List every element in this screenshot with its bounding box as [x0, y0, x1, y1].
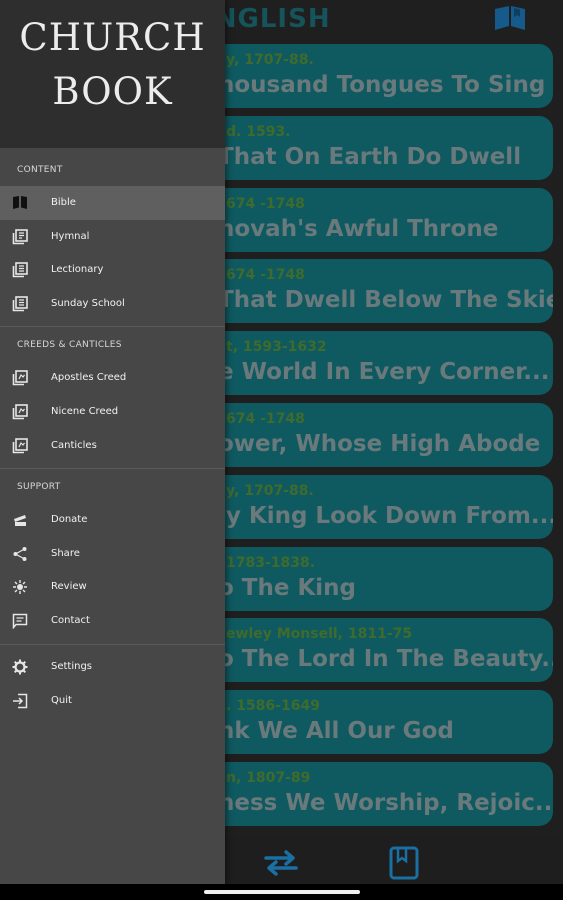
- menu-item-canticles[interactable]: Canticles: [0, 429, 225, 463]
- hymn-author: 674 -1748: [226, 196, 305, 212]
- hymn-title: That Dwell Below The Skies: [218, 287, 553, 313]
- hymn-title: ower, Whose High Abode: [218, 431, 541, 457]
- hymn-author: n, 1807-89: [226, 770, 311, 786]
- menu-item-donate[interactable]: Donate: [0, 503, 225, 537]
- section-label-creeds: CREEDS & CANTICLES: [17, 340, 122, 350]
- hymn-author: d. 1593.: [226, 124, 291, 140]
- exit-icon: [13, 693, 28, 709]
- menu-label: Contact: [51, 615, 90, 626]
- menu-item-lectionary[interactable]: Lectionary: [0, 253, 225, 287]
- menu-item-settings[interactable]: Settings: [0, 650, 225, 684]
- hymn-title: e World In Every Corner...: [218, 359, 550, 385]
- logo-line-book: BOOK: [52, 70, 173, 113]
- menu-item-review[interactable]: Review: [0, 570, 225, 604]
- divider: [0, 644, 225, 645]
- library-book-icon: [12, 370, 28, 386]
- hymn-author: y, 1707-88.: [226, 52, 314, 68]
- hymn-title: o The Lord In The Beauty...: [218, 646, 553, 672]
- menu-label: Nicene Creed: [51, 406, 119, 417]
- review-star-icon: [13, 580, 27, 594]
- hymn-title: housand Tongues To Sing: [218, 72, 546, 98]
- hymn-author: t, 1593-1632: [226, 339, 327, 355]
- library-book-icon: [12, 262, 28, 278]
- menu-label: Donate: [51, 514, 88, 525]
- section-label-content: CONTENT: [17, 165, 63, 175]
- divider: [0, 468, 225, 469]
- divider: [0, 326, 225, 327]
- drawer-header: CHURCH BOOK: [0, 0, 225, 148]
- hymn-title: o The King: [218, 575, 357, 601]
- menu-label: Share: [51, 548, 80, 559]
- message-icon: [12, 613, 28, 629]
- menu-label: Sunday School: [51, 298, 125, 309]
- menu-item-contact[interactable]: Contact: [0, 604, 225, 638]
- logo-line-church: CHURCH: [19, 16, 206, 59]
- hymn-author: 674 -1748: [226, 411, 305, 427]
- menu-item-hymnal[interactable]: Hymnal: [0, 220, 225, 254]
- gear-icon: [12, 659, 28, 675]
- share-icon: [13, 547, 27, 561]
- menu-item-nicene-creed[interactable]: Nicene Creed: [0, 395, 225, 429]
- library-book-icon: [12, 438, 28, 454]
- hymn-title: ly King Look Down From...: [218, 503, 553, 529]
- hymn-title: That On Earth Do Dwell: [218, 144, 522, 170]
- bookmark-book-icon[interactable]: [389, 846, 419, 880]
- book-icon[interactable]: [493, 6, 527, 32]
- menu-label: Quit: [51, 695, 72, 706]
- library-book-icon: [12, 229, 28, 245]
- menu-label: Hymnal: [51, 231, 90, 242]
- menu-label: Lectionary: [51, 264, 104, 275]
- section-label-support: SUPPORT: [17, 482, 61, 492]
- menu-label: Canticles: [51, 440, 97, 451]
- hymn-title: ness We Worship, Rejoic...: [218, 790, 553, 816]
- hymn-author: ewley Monsell, 1811-75: [226, 626, 413, 642]
- hymn-author: . 1586-1649: [226, 698, 320, 714]
- library-book-icon: [12, 296, 28, 312]
- menu-label: Settings: [51, 661, 93, 672]
- navigation-drawer: CHURCH BOOK CONTENT Bible Hymnal Lection…: [0, 0, 225, 884]
- menu-item-apostles-creed[interactable]: Apostles Creed: [0, 361, 225, 395]
- menu-item-sunday-school[interactable]: Sunday School: [0, 287, 225, 321]
- menu-item-bible[interactable]: Bible: [0, 186, 225, 220]
- menu-label: Review: [51, 581, 87, 592]
- hymn-author: y, 1707-88.: [226, 483, 314, 499]
- donate-icon: [14, 515, 26, 526]
- system-navigation-bar: [0, 884, 563, 900]
- menu-label: Bible: [51, 197, 76, 208]
- swap-arrows-icon[interactable]: [262, 850, 300, 876]
- library-book-icon: [12, 404, 28, 420]
- menu-item-share[interactable]: Share: [0, 537, 225, 571]
- menu-item-quit[interactable]: Quit: [0, 684, 225, 718]
- book-open-icon: [13, 196, 27, 209]
- hymn-author: 1783-1838.: [226, 555, 316, 571]
- home-indicator[interactable]: [204, 890, 360, 894]
- hymn-author: 674 -1748: [226, 267, 305, 283]
- hymn-title: hovah's Awful Throne: [218, 216, 499, 242]
- menu-label: Apostles Creed: [51, 372, 127, 383]
- hymn-title: nk We All Our God: [218, 718, 454, 744]
